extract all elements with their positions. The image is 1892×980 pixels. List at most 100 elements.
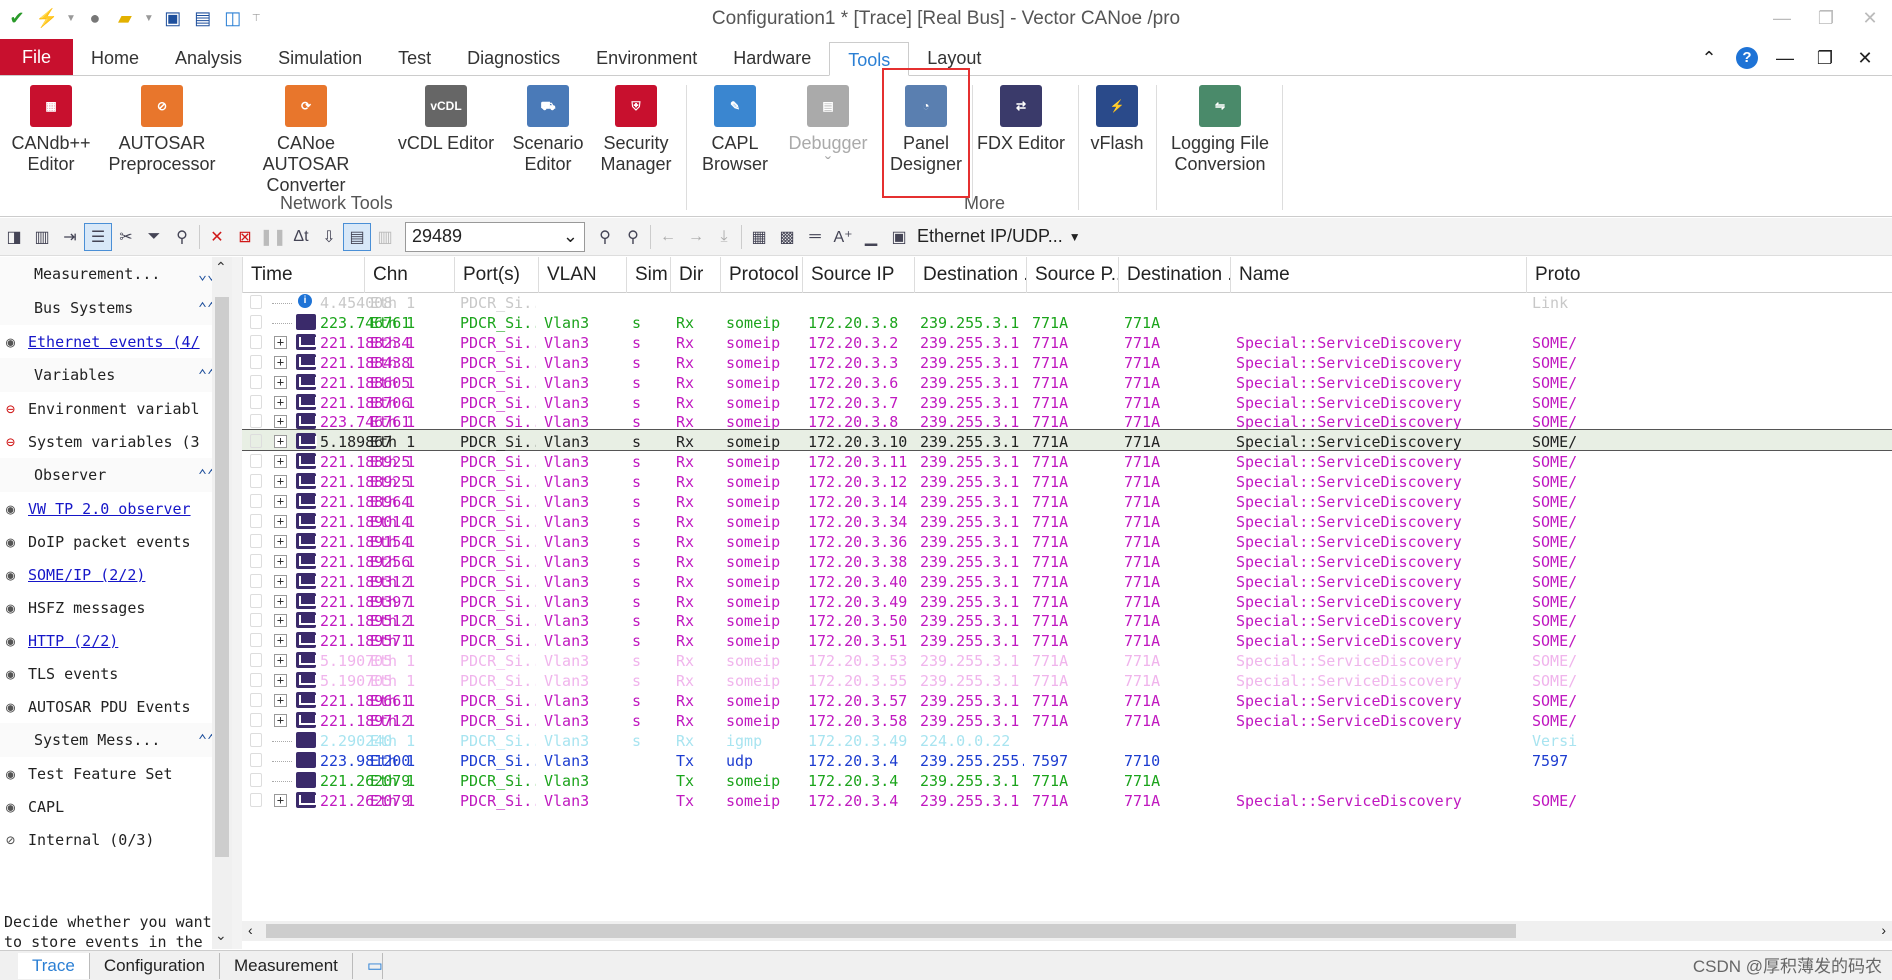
table-row[interactable]: +221.189397Eth 1PDCR_Si...Vlan3sRxsomeip… <box>242 590 1892 611</box>
jump-icon[interactable]: ⤓ <box>710 223 738 251</box>
maximize-button[interactable]: ❐ <box>1804 0 1848 36</box>
expand-icon[interactable]: + <box>274 435 287 449</box>
save-icon[interactable]: ▣ <box>160 5 186 31</box>
bookmark-icon[interactable] <box>250 295 262 309</box>
eye-icon[interactable]: ◉ <box>6 765 28 783</box>
expand-icon[interactable]: + <box>274 475 287 489</box>
list-item[interactable]: ⊘ Internal (0/3) <box>0 823 238 856</box>
table-row[interactable]: +221.189512Eth 1PDCR_Si...Vlan3sRxsomeip… <box>242 609 1892 630</box>
expand-icon[interactable]: + <box>274 415 287 429</box>
bookmark-icon[interactable] <box>250 712 262 727</box>
bookmark-icon[interactable] <box>250 374 262 389</box>
column-header[interactable]: VLAN <box>538 257 626 293</box>
trace-horizontal-scrollbar[interactable]: ‹ › <box>242 921 1892 941</box>
eye-icon[interactable]: ◉ <box>6 566 28 584</box>
table-row[interactable]: +5.190705Eth 1PDCR_Si...Vlan3sRxsomeip17… <box>242 649 1892 670</box>
line-style-icon[interactable]: ═ <box>801 223 829 251</box>
bookmark-icon[interactable] <box>250 513 262 528</box>
panel-designer-button[interactable]: ◔ Panel Designer <box>884 85 968 175</box>
table-row[interactable]: +221.189661Eth 1PDCR_Si...Vlan3sRxsomeip… <box>242 689 1892 710</box>
scroll-thumb[interactable] <box>266 924 1516 938</box>
table-row[interactable]: +221.188964Eth 1PDCR_Si...Vlan3sRxsomeip… <box>242 490 1892 511</box>
expand-icon[interactable]: + <box>274 594 287 608</box>
mdi-minimize-icon[interactable]: — <box>1772 48 1798 69</box>
bookmark-icon[interactable] <box>250 593 262 608</box>
vflash-button[interactable]: ⚡ vFlash <box>1086 85 1148 154</box>
section-variables[interactable]: Variables ⌃⌃ <box>0 358 238 392</box>
expand-icon[interactable]: + <box>274 355 287 369</box>
bookmark-icon[interactable] <box>250 334 262 349</box>
column-header[interactable]: Protocol <box>720 257 802 293</box>
security-manager-button[interactable]: ⛨ Security Manager <box>596 85 676 175</box>
list-item[interactable]: ◉ HTTP (2/2) <box>0 624 238 657</box>
dropdown-arrow-icon[interactable]: ▼ <box>1069 230 1081 244</box>
protocol-icon[interactable]: ▣ <box>885 223 913 251</box>
bookmark-icon[interactable] <box>250 314 262 329</box>
table-row[interactable]: +221.189154Eth 1PDCR_Si...Vlan3sRxsomeip… <box>242 530 1892 551</box>
customize-qat-icon[interactable]: ⊤ <box>252 13 261 24</box>
column-header[interactable]: Chn <box>364 257 454 293</box>
expand-icon[interactable]: + <box>274 375 287 389</box>
table-row[interactable]: i4.454008Eth 1PDCR_Si...Link <box>242 291 1892 312</box>
insert-marker-icon[interactable]: ⇩ <box>315 223 343 251</box>
table-row[interactable]: +221.188925Eth 1PDCR_Si...Vlan3sRxsomeip… <box>242 450 1892 471</box>
bookmark-icon[interactable] <box>250 434 262 449</box>
detail-view-icon[interactable]: ◨ <box>0 223 28 251</box>
expand-icon[interactable]: + <box>274 395 287 409</box>
filter-combobox[interactable]: 29489 ⌄ <box>405 221 585 252</box>
item-label[interactable]: HTTP (2/2) <box>28 632 118 650</box>
list-item[interactable]: ◉ HSFZ messages <box>0 591 238 624</box>
statistics-icon[interactable]: ▥ <box>28 223 56 251</box>
eye-icon[interactable]: ◉ <box>6 333 28 351</box>
pause-icon[interactable]: ❚❚ <box>259 223 287 251</box>
bookmark-icon[interactable] <box>250 772 262 787</box>
table-row[interactable]: +221.188234Eth 1PDCR_Si...Vlan3sRxsomeip… <box>242 331 1892 352</box>
list-item[interactable]: ◉ CAPL <box>0 790 238 823</box>
minimize-button[interactable]: — <box>1760 0 1804 36</box>
save-all-icon[interactable]: ▤ <box>190 5 216 31</box>
bookmark-icon[interactable] <box>250 732 262 747</box>
stop-icon[interactable]: ⊖ <box>6 433 28 451</box>
bookmark-icon[interactable] <box>250 533 262 548</box>
expand-icon[interactable]: + <box>274 495 287 508</box>
expand-icon[interactable]: + <box>274 554 287 568</box>
tab-layout[interactable]: Layout <box>909 41 999 75</box>
lightning-start-icon[interactable]: ⚡ <box>34 5 60 31</box>
list-item[interactable]: ◉ DoIP packet events <box>0 525 238 558</box>
tab-analysis[interactable]: Analysis <box>157 41 260 75</box>
capl-browser-button[interactable]: ✎ CAPL Browser <box>694 85 776 175</box>
autosar-preprocessor-button[interactable]: ⊘ AUTOSAR Preprocessor <box>106 85 218 175</box>
columns-icon[interactable]: ▥ <box>371 223 399 251</box>
scroll-right-icon[interactable]: › <box>1881 922 1886 938</box>
expand-icon[interactable]: + <box>274 713 287 727</box>
table-row[interactable]: +5.190705Eth 1PDCR_Si...Vlan3sRxsomeip17… <box>242 669 1892 690</box>
table-row[interactable]: +221.189712Eth 1PDCR_Si...Vlan3sRxsomeip… <box>242 709 1892 730</box>
close-button[interactable]: ✕ <box>1848 0 1892 36</box>
scroll-thumb[interactable] <box>215 297 229 857</box>
config-dropdown-icon[interactable]: ▩ <box>773 223 801 251</box>
list-item[interactable]: ◉ VW TP 2.0 observer <box>0 492 238 525</box>
bookmark-icon[interactable] <box>250 752 262 767</box>
column-header[interactable]: Source IP <box>802 257 914 293</box>
scroll-mode-icon[interactable]: ▤ <box>343 222 371 251</box>
expand-icon[interactable]: + <box>274 455 287 469</box>
table-row[interactable]: +5.189867Eth 1PDCR_Si...Vlan3sRxsomeip17… <box>242 429 1892 452</box>
table-row[interactable]: +223.746761Eth 1PDCR_Si...Vlan3sRxsomeip… <box>242 410 1892 431</box>
column-header[interactable]: Destination ... <box>914 257 1026 293</box>
tab-home[interactable]: Home <box>73 41 157 75</box>
list-item[interactable]: ◉ SOME/IP (2/2) <box>0 558 238 591</box>
expand-icon[interactable]: + <box>274 514 287 528</box>
item-label[interactable]: VW TP 2.0 observer <box>28 500 191 518</box>
bookmark-icon[interactable] <box>250 573 262 588</box>
find-previous-icon[interactable]: ⚲ <box>591 223 619 251</box>
debugger-button[interactable]: ▤ Debugger ˇ <box>784 85 872 175</box>
bookmark-icon[interactable] <box>250 792 262 807</box>
pane-splitter[interactable] <box>232 257 242 949</box>
column-header[interactable]: Time <box>242 257 364 293</box>
expand-icon[interactable]: + <box>274 335 287 349</box>
clear-filtered-icon[interactable]: ⊠ <box>231 223 259 251</box>
eye-off-icon[interactable]: ⊘ <box>6 831 28 849</box>
help-icon[interactable]: ? <box>1736 47 1758 69</box>
eye-icon[interactable]: ◉ <box>6 665 28 683</box>
section-bus-systems[interactable]: Bus Systems ⌃⌃ <box>0 291 238 325</box>
